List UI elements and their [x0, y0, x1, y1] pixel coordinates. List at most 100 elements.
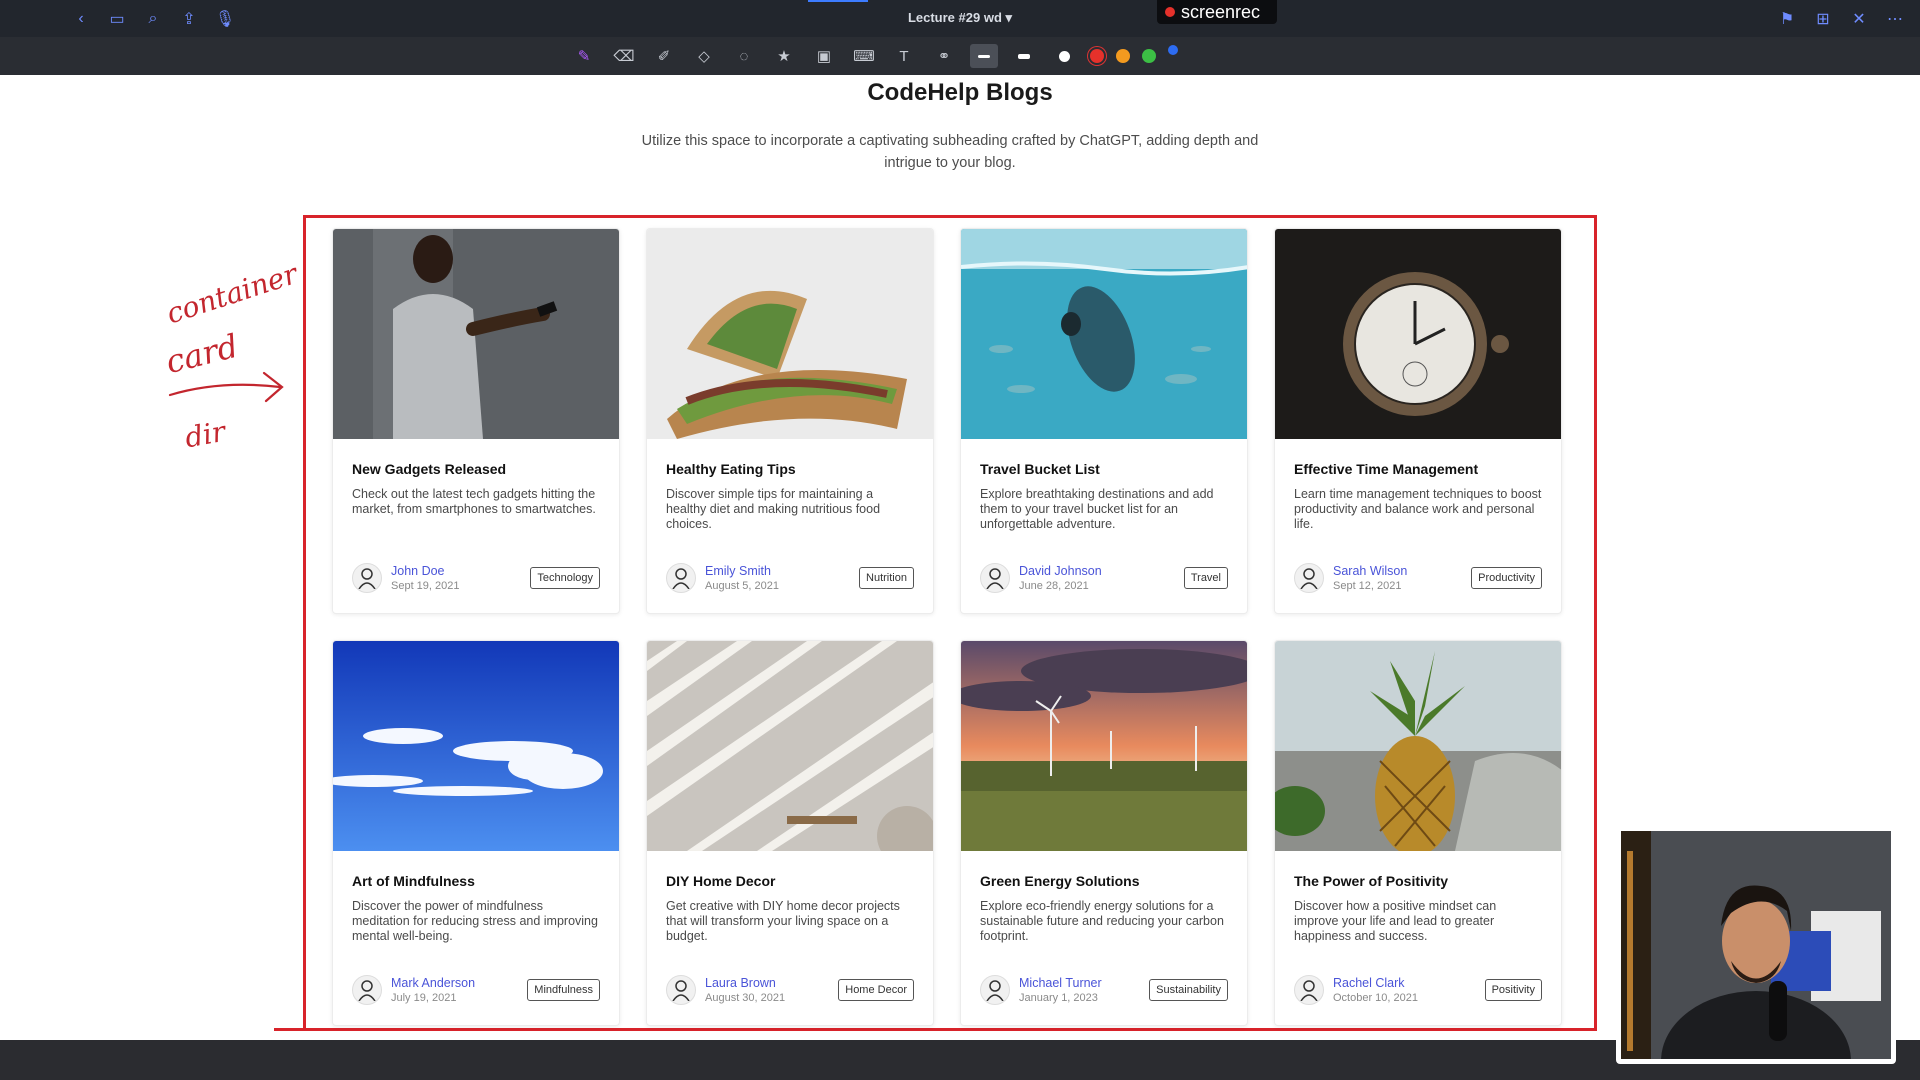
text-tool-icon[interactable]: T: [890, 44, 918, 68]
blog-card-description: Learn time management techniques to boos…: [1294, 487, 1542, 531]
titlebar-left-tools: ‹ ▭ ⌕ ⇪ 🎙: [70, 8, 236, 30]
blog-card-image: [961, 229, 1247, 439]
blog-card-footer: Rachel Clark October 10, 2021 Positivity: [1294, 973, 1542, 1007]
back-chevron-icon[interactable]: ‹: [70, 8, 92, 30]
link-tool-icon[interactable]: ⚭: [930, 44, 958, 68]
author-name-link[interactable]: David Johnson: [1019, 564, 1102, 578]
author-block: Emily Smith August 5, 2021: [705, 564, 779, 592]
annotation-word-container: container: [162, 257, 300, 331]
post-date: October 10, 2021: [1333, 992, 1419, 1004]
stroke-medium-option[interactable]: [1010, 44, 1038, 68]
author-avatar: [352, 563, 382, 593]
annotation-underline: [274, 1028, 324, 1031]
category-tag[interactable]: Positivity: [1484, 979, 1542, 1001]
blog-card-image: [647, 641, 933, 851]
add-page-icon[interactable]: ⊞: [1812, 8, 1834, 30]
blog-card-title[interactable]: New Gadgets Released: [352, 461, 600, 477]
category-tag[interactable]: Technology: [530, 567, 600, 589]
blog-card-title[interactable]: Travel Bucket List: [980, 461, 1228, 477]
blog-card-footer: David Johnson June 28, 2021 Travel: [980, 561, 1228, 595]
color-red-swatch[interactable]: [1090, 49, 1104, 63]
author-name-link[interactable]: Laura Brown: [705, 976, 785, 990]
post-date: January 1, 2023: [1019, 992, 1098, 1004]
author-avatar: [1294, 563, 1324, 593]
lasso-tool-icon[interactable]: ◌: [730, 44, 758, 68]
author-name-link[interactable]: Emily Smith: [705, 564, 779, 578]
author-block: David Johnson June 28, 2021: [1019, 564, 1102, 592]
blog-card[interactable]: Travel Bucket List Explore breathtaking d…: [960, 228, 1248, 614]
document-title[interactable]: Lecture #29 wd: [908, 10, 1002, 25]
active-tab-indicator: [808, 0, 868, 2]
author-name-link[interactable]: Rachel Clark: [1333, 976, 1418, 990]
blog-card[interactable]: Green Energy Solutions Explore eco-friend…: [960, 640, 1248, 1026]
category-tag[interactable]: Nutrition: [859, 567, 914, 589]
blog-card-image: [647, 229, 933, 439]
blog-card-title[interactable]: Green Energy Solutions: [980, 873, 1228, 889]
post-date: Sept 19, 2021: [391, 580, 460, 592]
blog-card-title[interactable]: Art of Mindfulness: [352, 873, 600, 889]
color-blue-swatch[interactable]: [1168, 45, 1178, 55]
annotation-word-card: card: [162, 327, 242, 381]
color-orange-swatch[interactable]: [1116, 49, 1130, 63]
blog-card-footer: Michael Turner January 1, 2023 Sustainabil…: [980, 973, 1228, 1007]
sidebar-toggle-icon[interactable]: ▭: [106, 8, 128, 30]
blog-card-title[interactable]: Healthy Eating Tips: [666, 461, 914, 477]
search-icon[interactable]: ⌕: [142, 8, 164, 30]
blog-card[interactable]: DIY Home Decor Get creative with DIY home…: [646, 640, 934, 1026]
sticker-tool-icon[interactable]: ★: [770, 44, 798, 68]
eraser-tool-icon[interactable]: ⌫: [610, 44, 638, 68]
author-block: Laura Brown August 30, 2021: [705, 976, 785, 1004]
blog-card-image: [1275, 229, 1561, 439]
webcam-overlay: [1616, 826, 1896, 1064]
author-name-link[interactable]: Sarah Wilson: [1333, 564, 1407, 578]
recorder-label: screenrec: [1181, 1, 1261, 22]
more-icon[interactable]: ⋯: [1884, 8, 1906, 30]
share-icon[interactable]: ⇪: [178, 8, 200, 30]
blog-card-title[interactable]: The Power of Positivity: [1294, 873, 1542, 889]
page-title: CodeHelp Blogs: [867, 79, 1053, 106]
blog-card-footer: John Doe Sept 19, 2021 Technology: [352, 561, 600, 595]
blog-card-image: [333, 641, 619, 851]
color-green-swatch[interactable]: [1142, 49, 1156, 63]
post-date: August 5, 2021: [705, 580, 780, 592]
author-name-link[interactable]: Michael Turner: [1019, 976, 1102, 990]
presenter-video: [1621, 831, 1891, 1059]
category-tag[interactable]: Home Decor: [838, 979, 914, 1001]
pen-tool-icon[interactable]: ✎: [570, 44, 598, 68]
blog-card[interactable]: Healthy Eating Tips Discover simple tips …: [646, 228, 934, 614]
highlighter-tool-icon[interactable]: ✐: [650, 44, 678, 68]
chevron-down-icon[interactable]: ▾: [1006, 10, 1013, 25]
blog-card-description: Discover simple tips for maintaining a h…: [666, 487, 881, 531]
handwritten-annotation: container card dir: [162, 257, 300, 455]
titlebar-right-tools: ⚑ ⊞ ✕ ⋯: [1776, 8, 1906, 30]
category-tag[interactable]: Productivity: [1471, 567, 1542, 589]
shapes-tool-icon[interactable]: ◇: [690, 44, 718, 68]
category-tag[interactable]: Travel: [1183, 567, 1228, 589]
blog-card-description: Explore eco-friendly energy solutions fo…: [980, 899, 1224, 943]
blog-card[interactable]: New Gadgets Released Check out the latest…: [332, 228, 620, 614]
blog-card-footer: Laura Brown August 30, 2021 Home Decor: [666, 973, 914, 1007]
blog-card[interactable]: Art of Mindfulness Discover the power of …: [332, 640, 620, 1026]
category-tag[interactable]: Mindfulness: [527, 979, 600, 1001]
record-dot-icon: [1165, 7, 1175, 17]
bookmark-icon[interactable]: ⚑: [1776, 8, 1798, 30]
blog-card[interactable]: The Power of Positivity Discover how a po…: [1274, 640, 1562, 1026]
blog-card-footer: Emily Smith August 5, 2021 Nutrition: [666, 561, 914, 595]
keyboard-tool-icon[interactable]: ⌨: [850, 44, 878, 68]
author-name-link[interactable]: John Doe: [391, 564, 460, 578]
author-name-link[interactable]: Mark Anderson: [391, 976, 475, 990]
author-block: Michael Turner January 1, 2023: [1019, 976, 1102, 1004]
stroke-thin-option[interactable]: [970, 44, 998, 68]
blog-card-title[interactable]: DIY Home Decor: [666, 873, 914, 889]
blog-card-description: Discover how a positive mindset can impr…: [1294, 899, 1497, 943]
category-tag[interactable]: Sustainability: [1149, 979, 1228, 1001]
microphone-icon[interactable]: 🎙: [214, 8, 236, 30]
blog-card-description: Get creative with DIY home decor project…: [666, 899, 900, 943]
blog-card-title[interactable]: Effective Time Management: [1294, 461, 1542, 477]
blog-card[interactable]: Effective Time Management Learn time mana…: [1274, 228, 1562, 614]
image-tool-icon[interactable]: ▣: [810, 44, 838, 68]
annotation-word-dir: dir: [182, 415, 229, 455]
close-icon[interactable]: ✕: [1848, 8, 1870, 30]
stroke-thick-option[interactable]: [1050, 44, 1078, 68]
presenter-illustration: [1621, 831, 1891, 1059]
